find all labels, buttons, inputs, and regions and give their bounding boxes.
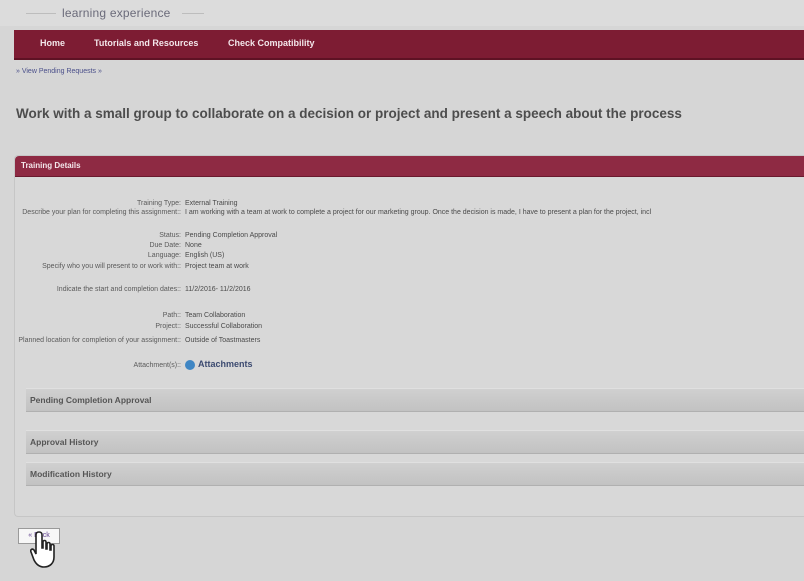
brand-tagline: learning experience: [62, 6, 171, 20]
brand-line-right: [182, 13, 204, 14]
field-value: Pending Completion Approval: [185, 232, 278, 239]
field-value: External Training: [185, 200, 238, 207]
field-value: Successful Collaboration: [185, 323, 263, 330]
nav-tutorials-and-resources[interactable]: Tutorials and Resources: [94, 38, 198, 48]
field-label: Indicate the start and completion dates:…: [56, 286, 181, 293]
field-label: Attachment(s)::: [133, 362, 181, 369]
field-value: Team Collaboration: [185, 312, 246, 319]
section-label: Approval History: [30, 437, 99, 447]
field-label: Language:: [147, 252, 181, 259]
field-value: I am working with a team at work to comp…: [185, 209, 652, 216]
field-label: Training Type:: [137, 200, 181, 207]
field-label: Specify who you will present to or work …: [42, 263, 181, 270]
breadcrumb-view-pending-requests[interactable]: » View Pending Requests »: [16, 68, 102, 75]
field-value: 11/2/2016- 11/2/2016: [185, 286, 251, 293]
section-label: Modification History: [30, 469, 112, 479]
panel-header: Training Details: [15, 156, 804, 177]
field-value: English (US): [185, 252, 225, 259]
field-label: Project::: [155, 323, 181, 330]
field-label: Due Date:: [149, 242, 181, 249]
section-modification-history[interactable]: Modification History: [26, 462, 804, 486]
attachments-label[interactable]: Attachments: [198, 359, 253, 369]
hand-cursor-icon: [29, 530, 64, 575]
brand-header: learning experience: [0, 0, 804, 26]
section-label: Pending Completion Approval: [30, 395, 152, 405]
field-label: Describe your plan for completing this a…: [22, 209, 181, 216]
attachment-icon: [185, 360, 195, 371]
field-value: Outside of Toastmasters: [185, 337, 261, 344]
field-value: None: [185, 242, 202, 249]
nav-check-compatibility[interactable]: Check Compatibility: [228, 38, 315, 48]
field-value: Project team at work: [185, 263, 249, 270]
attachments-link[interactable]: Attachments: [185, 359, 253, 371]
field-label: Planned location for completion of your …: [18, 337, 181, 344]
section-pending-completion-approval[interactable]: Pending Completion Approval: [26, 388, 804, 412]
brand-line-left: [26, 13, 56, 14]
nav-home[interactable]: Home: [40, 38, 65, 48]
field-label: Path::: [162, 312, 181, 319]
section-approval-history[interactable]: Approval History: [26, 430, 804, 454]
panel-title: Training Details: [21, 161, 81, 170]
main-nav: Home Tutorials and Resources Check Compa…: [14, 30, 804, 60]
page-title: Work with a small group to collaborate o…: [16, 106, 682, 121]
field-label: Status:: [159, 232, 181, 239]
